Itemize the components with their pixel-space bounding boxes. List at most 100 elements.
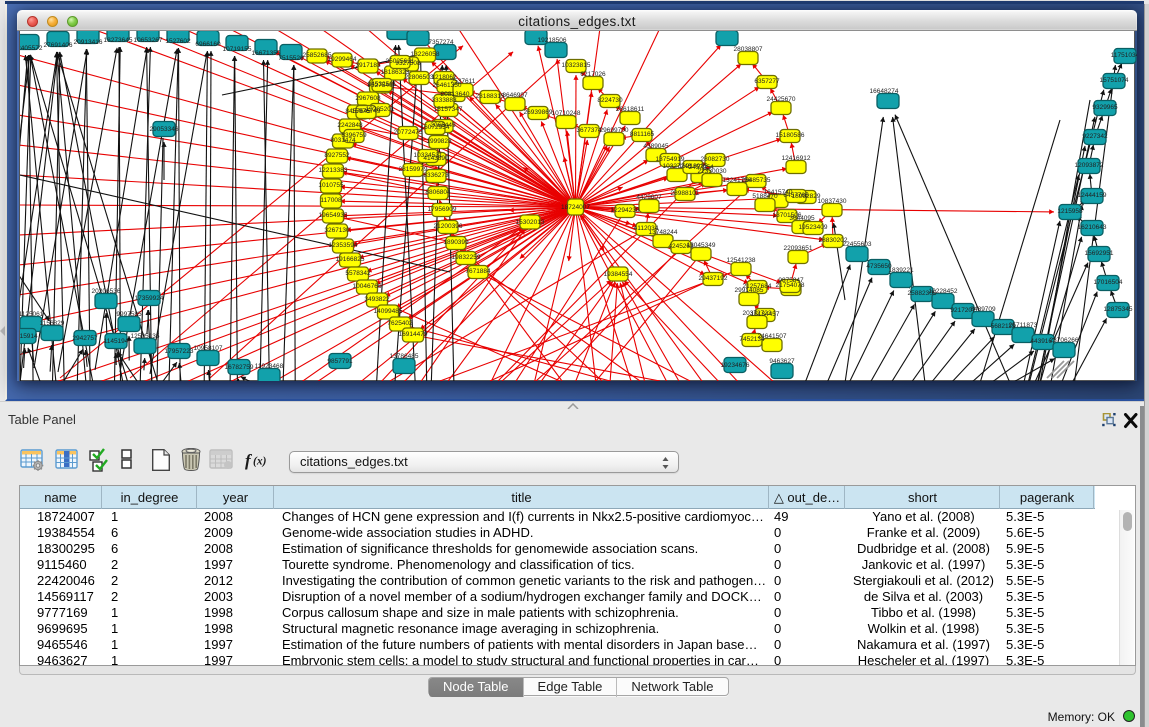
- svg-text:13045349: 13045349: [687, 242, 716, 249]
- svg-text:17016504: 17016504: [1094, 279, 1123, 286]
- svg-text:12444159: 12444159: [1078, 192, 1107, 199]
- svg-text:23188315: 23188315: [476, 93, 505, 100]
- svg-text:12541238: 12541238: [727, 257, 756, 264]
- svg-text:9997585: 9997585: [116, 311, 142, 318]
- svg-text:5578342: 5578342: [345, 270, 371, 277]
- svg-text:8806804: 8806804: [425, 189, 451, 196]
- svg-text:28159979: 28159979: [399, 166, 428, 173]
- svg-text:1145194: 1145194: [104, 338, 129, 345]
- svg-text:20878682: 20878682: [709, 31, 738, 32]
- svg-text:22093651: 22093651: [784, 245, 813, 252]
- svg-text:22330030: 22330030: [698, 168, 727, 175]
- svg-text:18724007: 18724007: [561, 204, 590, 211]
- svg-text:1125061: 1125061: [20, 311, 44, 318]
- svg-text:28082730: 28082730: [701, 156, 730, 163]
- svg-text:8396759: 8396759: [341, 132, 367, 139]
- svg-text:3493822: 3493822: [364, 296, 390, 303]
- svg-text:7515526: 7515526: [278, 55, 304, 62]
- svg-text:16210643: 16210643: [1078, 224, 1107, 231]
- svg-text:16671355: 16671355: [252, 50, 281, 57]
- svg-text:9857791: 9857791: [327, 358, 353, 365]
- svg-text:10958107: 10958107: [194, 345, 223, 352]
- svg-text:23706266: 23706266: [1050, 337, 1079, 344]
- svg-text:16914479: 16914479: [399, 331, 428, 338]
- svg-text:12405572: 12405572: [20, 45, 43, 52]
- svg-text:12093872: 12093872: [1075, 162, 1104, 169]
- svg-text:15751074: 15751074: [1100, 77, 1129, 84]
- svg-text:13226058: 13226058: [411, 51, 440, 58]
- svg-text:16648274: 16648274: [870, 88, 899, 95]
- svg-text:21200396: 21200396: [434, 223, 463, 230]
- svg-text:1215958: 1215958: [1057, 208, 1083, 215]
- svg-text:24532561: 24532561: [368, 81, 397, 88]
- svg-text:3333883: 3333883: [431, 97, 457, 104]
- svg-text:13754919: 13754919: [656, 156, 685, 163]
- svg-text:19234676: 19234676: [721, 362, 750, 369]
- svg-text:7625402: 7625402: [387, 320, 413, 327]
- svg-text:20372723: 20372723: [743, 310, 772, 317]
- svg-text:f: f: [245, 451, 253, 470]
- svg-text:1527602: 1527602: [165, 38, 191, 45]
- svg-text:3917183: 3917183: [355, 62, 381, 69]
- svg-text:15302013: 15302013: [516, 219, 545, 226]
- svg-text:25025631: 25025631: [386, 58, 415, 65]
- svg-text:12505135: 12505135: [131, 333, 160, 340]
- svg-text:3644095: 3644095: [789, 215, 815, 222]
- svg-text:17359924: 17359924: [135, 295, 164, 302]
- svg-text:28988101: 28988101: [671, 190, 700, 197]
- svg-text:19299464: 19299464: [328, 56, 357, 63]
- svg-text:11923468: 11923468: [255, 363, 284, 370]
- svg-text:8336273: 8336273: [423, 172, 449, 179]
- svg-text:14099485: 14099485: [374, 308, 403, 315]
- svg-text:10334531: 10334531: [414, 152, 443, 159]
- svg-text:13748244: 13748244: [649, 229, 678, 236]
- svg-text:26618611: 26618611: [616, 106, 645, 113]
- svg-text:6966160: 6966160: [195, 41, 221, 48]
- svg-text:15157347: 15157347: [434, 106, 463, 113]
- svg-text:29699700: 29699700: [600, 127, 629, 134]
- svg-text:10323815: 10323815: [562, 62, 591, 69]
- svg-text:8646997: 8646997: [502, 92, 528, 99]
- svg-text:18273645: 18273645: [104, 37, 133, 44]
- svg-text:7671884: 7671884: [465, 268, 491, 275]
- svg-text:5188470: 5188470: [752, 193, 778, 200]
- svg-text:22806503: 22806503: [405, 74, 434, 81]
- svg-text:19384554: 19384554: [604, 271, 633, 278]
- svg-text:2967608: 2967608: [355, 95, 381, 102]
- svg-text:11751034: 11751034: [1111, 52, 1137, 59]
- svg-text:2537611: 2537611: [451, 78, 476, 85]
- svg-text:10837430: 10837430: [818, 198, 847, 205]
- svg-text:12416912: 12416912: [782, 155, 811, 162]
- svg-text:9227342: 9227342: [1082, 133, 1108, 140]
- svg-text:29437192: 29437192: [699, 275, 728, 282]
- svg-text:27691406: 27691406: [44, 42, 73, 49]
- svg-text:16072954: 16072954: [421, 124, 450, 131]
- svg-text:13786485: 13786485: [390, 353, 419, 360]
- svg-text:6457765: 6457765: [783, 192, 809, 199]
- svg-text:4389045: 4389045: [643, 143, 669, 150]
- svg-text:24641507: 24641507: [758, 333, 787, 340]
- svg-text:6357277: 6357277: [754, 78, 780, 85]
- svg-text:117008: 117008: [320, 197, 342, 204]
- svg-text:20772475: 20772475: [394, 129, 423, 136]
- svg-text:1010755: 1010755: [318, 182, 344, 189]
- svg-text:2942757: 2942757: [72, 335, 98, 342]
- svg-text:24425670: 24425670: [767, 96, 796, 103]
- svg-text:10719155: 10719155: [223, 46, 252, 53]
- svg-text:20913416: 20913416: [74, 39, 103, 46]
- svg-text:15692951: 15692951: [1085, 250, 1114, 257]
- svg-text:9329965: 9329965: [1092, 104, 1118, 111]
- svg-text:1999828: 1999828: [426, 138, 452, 145]
- svg-text:26939869: 26939869: [524, 109, 553, 116]
- svg-text:16782759: 16782759: [225, 364, 254, 371]
- svg-text:10653267: 10653267: [134, 37, 163, 44]
- svg-text:19832259: 19832259: [452, 254, 481, 261]
- svg-text:8224730: 8224730: [597, 97, 623, 104]
- svg-text:9463627: 9463627: [769, 358, 795, 365]
- svg-text:29914085: 29914085: [735, 287, 764, 294]
- svg-text:29053346: 29053346: [150, 126, 179, 133]
- svg-text:13241736: 13241736: [723, 177, 752, 184]
- svg-text:17957223: 17957223: [165, 348, 194, 355]
- svg-text:1839221: 1839221: [888, 267, 914, 274]
- svg-text:12294238: 12294238: [611, 207, 640, 214]
